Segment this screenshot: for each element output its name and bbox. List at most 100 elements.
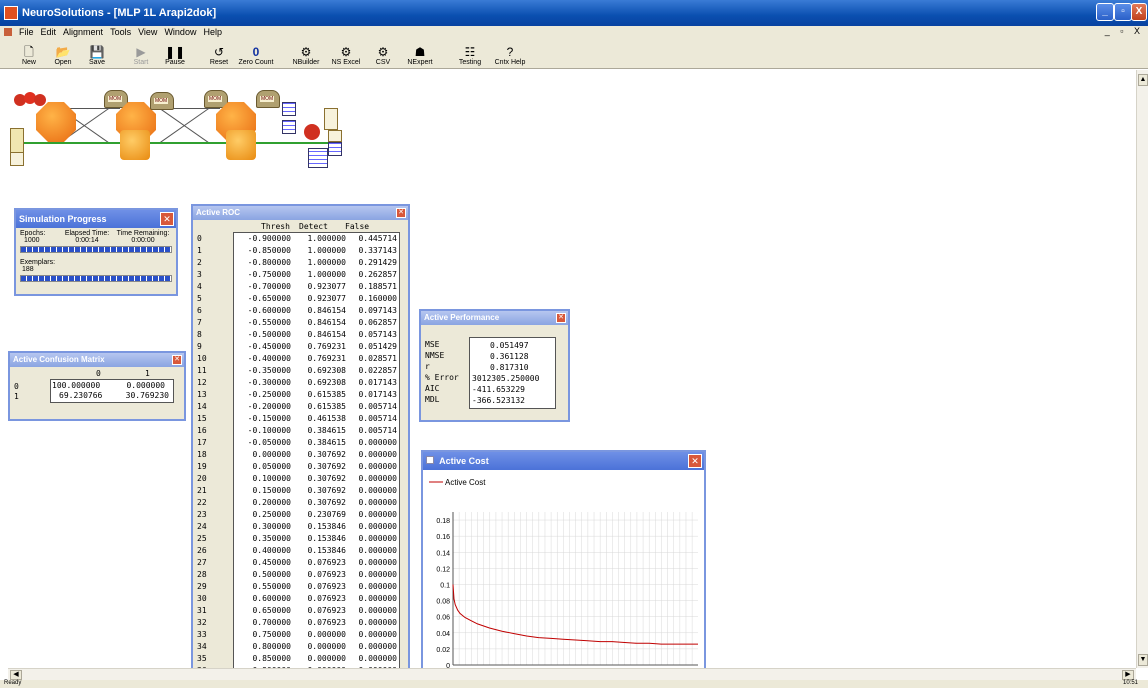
table-row: -0.250000 0.615385 0.017143 xyxy=(234,389,399,401)
mega-monitor-icon[interactable] xyxy=(204,90,228,108)
roc-cell-detect: 0.076923 xyxy=(307,582,346,591)
roc-cell-detect: 0.384615 xyxy=(307,426,346,435)
toolbar-button-pause[interactable]: ❚❚ Pause xyxy=(160,45,190,68)
y-tick-label: 0.18 xyxy=(436,518,450,525)
input-axon-icon[interactable] xyxy=(36,102,76,142)
roc-cell-false: 0.000000 xyxy=(358,450,397,459)
toolbar-button-nbuilder[interactable]: ⚙ NBuilder xyxy=(288,45,324,68)
menu-tools[interactable]: Tools xyxy=(110,27,131,37)
epochs-block: Epochs: 1000 xyxy=(20,230,60,244)
scroll-right-icon[interactable]: ▶ xyxy=(1122,670,1134,680)
y-tick-label: 0.1 xyxy=(440,582,450,589)
menu-help[interactable]: Help xyxy=(203,27,222,37)
table-row: -0.200000 0.615385 0.005714 xyxy=(234,401,399,413)
close-icon[interactable]: ✕ xyxy=(396,208,406,218)
scroll-down-icon[interactable]: ▼ xyxy=(1138,654,1148,666)
testing-icon: ☷ xyxy=(464,45,476,59)
menu-file[interactable]: File xyxy=(19,27,34,37)
close-icon[interactable]: ✕ xyxy=(160,212,174,226)
performance-value: 0.817310 xyxy=(490,363,529,372)
performance-value: -366.523132 xyxy=(472,396,525,405)
roc-row-index: 5 xyxy=(197,294,202,303)
toolbar-button-label: Start xyxy=(133,59,149,66)
close-button[interactable]: X xyxy=(1131,3,1147,21)
roc-row-index: 8 xyxy=(197,330,202,339)
roc-cell-false: 0.188571 xyxy=(358,282,397,291)
minimize-button[interactable]: _ xyxy=(1096,3,1114,21)
probe-icon[interactable] xyxy=(324,108,338,130)
network-breadboard[interactable] xyxy=(10,86,350,176)
confusion-matrix-grid[interactable]: 100.000000 0.000000 69.230766 30.769230 xyxy=(50,379,174,403)
matrix-viewer-icon[interactable] xyxy=(282,120,296,134)
error-criterion-icon[interactable] xyxy=(304,124,320,140)
performance-values[interactable]: 0.051497 0.361128 0.817310 3012305.250000 -4… xyxy=(469,337,556,409)
roc-cell-false: 0.005714 xyxy=(358,414,397,423)
performance-title-bar[interactable]: Active Performance ✕ xyxy=(421,311,568,325)
matrix-cell: 30.769230 xyxy=(125,391,169,400)
toolbar-button-start[interactable]: ▶ Start xyxy=(126,45,156,68)
toolbar: 🗋 New 📂 Open 💾 Save ▶ Start ❚❚ Pause ↺ Reset 0 Zero C… xyxy=(0,37,1148,69)
file-input-icon[interactable] xyxy=(10,152,24,166)
cost-chart[interactable]: Active Cost00.020.040.060.080.10.120.140… xyxy=(423,470,704,678)
toolbar-button-new[interactable]: 🗋 New xyxy=(14,45,44,68)
cost-title-bar[interactable]: Active Cost ✕ xyxy=(423,452,704,470)
roc-table[interactable]: -0.900000 1.000000 0.445714 -0.850000 1.0000… xyxy=(233,232,400,682)
doc-icon[interactable] xyxy=(4,27,12,36)
table-row: -0.650000 0.923077 0.160000 xyxy=(234,293,399,305)
simulation-progress-title-bar[interactable]: Simulation Progress ✕ xyxy=(16,210,176,228)
simulation-progress-window[interactable]: Simulation Progress ✕ Epochs: 1000 Elaps… xyxy=(14,208,178,296)
roc-row-index: 29 xyxy=(197,582,207,591)
output-axon-icon[interactable] xyxy=(226,130,256,160)
menu-view[interactable]: View xyxy=(138,27,157,37)
input-ball-icon[interactable] xyxy=(34,94,46,106)
roc-row-index: 34 xyxy=(197,642,207,651)
performance-label: AIC xyxy=(425,384,440,393)
maximize-button[interactable]: ▫ xyxy=(1114,3,1132,21)
data-grid-icon[interactable] xyxy=(308,148,328,168)
scroll-up-icon[interactable]: ▲ xyxy=(1138,74,1148,86)
roc-cell-false: 0.000000 xyxy=(358,546,397,555)
roc-window[interactable]: Active ROC ✕ Thresh Detect False 0123456… xyxy=(191,204,410,688)
toolbar-button-cntx-help[interactable]: ? Cntx Help xyxy=(492,45,528,68)
toolbar-button-open[interactable]: 📂 Open xyxy=(48,45,78,68)
close-icon[interactable]: ✕ xyxy=(172,355,182,365)
confusion-matrix-window[interactable]: Active Confusion Matrix ✕ 0 1 0 1 100.00… xyxy=(8,351,186,421)
toolbar-button-testing[interactable]: ☷ Testing xyxy=(452,45,488,68)
tanh-axon-icon[interactable] xyxy=(120,130,150,160)
close-icon[interactable]: ✕ xyxy=(556,313,566,323)
y-tick-label: 0.14 xyxy=(436,550,450,557)
window-title-bar[interactable]: NeuroSolutions - [MLP 1L Arapi2dok] _ ▫ … xyxy=(0,0,1148,26)
menu-alignment[interactable]: Alignment xyxy=(63,27,103,37)
menu-edit[interactable]: Edit xyxy=(41,27,57,37)
toolbar-button-reset[interactable]: ↺ Reset xyxy=(204,45,234,68)
file-input-icon[interactable] xyxy=(10,128,24,154)
confusion-matrix-title-bar[interactable]: Active Confusion Matrix ✕ xyxy=(10,353,184,367)
horizontal-scrollbar[interactable]: ◀ ▶ xyxy=(8,668,1136,680)
mega-monitor-icon[interactable] xyxy=(104,90,128,108)
cost-window[interactable]: Active Cost ✕ Active Cost 0 0.02 0.04 0.06 0.… xyxy=(421,450,706,680)
mdi-window-controls[interactable]: _ ▫ X xyxy=(1105,26,1144,36)
mega-monitor-icon[interactable] xyxy=(150,92,174,110)
roc-row-index: 23 xyxy=(197,510,207,519)
toolbar-button-ns-excel[interactable]: ⚙ NS Excel xyxy=(328,45,364,68)
roc-row-index: 21 xyxy=(197,486,207,495)
toolbar-button-nexpert[interactable]: ☗ NExpert xyxy=(402,45,438,68)
y-tick-label: 0.06 xyxy=(436,615,450,622)
table-row: -0.800000 1.000000 0.291429 xyxy=(234,257,399,269)
menu-window[interactable]: Window xyxy=(164,27,196,37)
table-row: 0.350000 0.153846 0.000000 xyxy=(234,533,399,545)
table-row: 0.300000 0.153846 0.000000 xyxy=(234,521,399,533)
matrix-viewer-icon[interactable] xyxy=(328,142,342,156)
close-icon[interactable]: ✕ xyxy=(688,454,702,468)
scroll-left-icon[interactable]: ◀ xyxy=(10,670,22,680)
toolbar-button-csv[interactable]: ⚙ CSV xyxy=(368,45,398,68)
table-row: -0.300000 0.692308 0.017143 xyxy=(234,377,399,389)
vertical-scrollbar[interactable]: ▲ ▼ xyxy=(1136,70,1148,668)
probe-icon[interactable] xyxy=(328,130,342,142)
roc-title-bar[interactable]: Active ROC ✕ xyxy=(193,206,408,220)
mega-monitor-icon[interactable] xyxy=(256,90,280,108)
matrix-viewer-icon[interactable] xyxy=(282,102,296,116)
toolbar-button-save[interactable]: 💾 Save xyxy=(82,45,112,68)
toolbar-button-zero-count[interactable]: 0 Zero Count xyxy=(238,45,274,68)
performance-window[interactable]: Active Performance ✕ MSE NMSE r% Error AIC M… xyxy=(419,309,570,422)
